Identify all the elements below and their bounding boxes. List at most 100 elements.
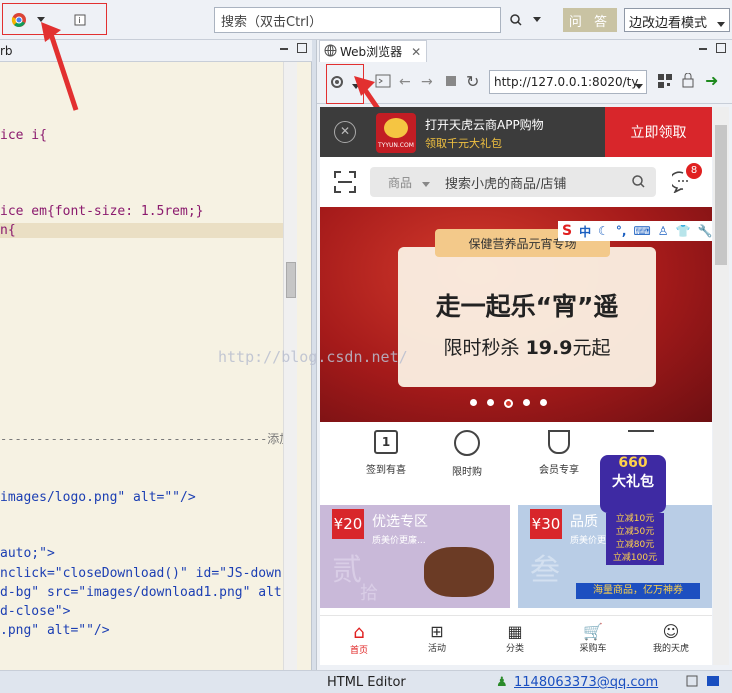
quick-link-flash-sale[interactable]: 限时购: [428, 430, 506, 478]
gift-popup[interactable]: 660 大礼包 立减10元 立减50元 立减80元 立减100元 海量商品，亿万…: [570, 455, 710, 605]
quick-link-checkin[interactable]: 1 签到有喜: [347, 430, 425, 476]
terminal-icon[interactable]: [375, 74, 391, 91]
url-input[interactable]: http://127.0.0.1:8020/ty: [489, 70, 647, 94]
chevron-down-icon[interactable]: [635, 79, 643, 93]
stop-icon[interactable]: [445, 75, 457, 90]
ask-button[interactable]: 问 答: [563, 8, 617, 32]
nav-label: 分类: [505, 644, 524, 654]
user-icon[interactable]: ♙: [658, 224, 669, 238]
close-icon[interactable]: ✕: [411, 45, 421, 59]
app-banner-title: 打开天虎云商APP购物: [425, 118, 544, 132]
refresh-icon[interactable]: ↻: [466, 72, 479, 91]
gift-top: 660: [618, 455, 648, 471]
search-bar: 商品 搜索小虎的商品/店铺 8: [320, 157, 712, 207]
search-category[interactable]: 商品: [388, 174, 412, 191]
go-arrow-icon[interactable]: ➜: [705, 71, 718, 90]
coupon-row: ¥20 优选专区 质美价更廉... 贰 拾 ¥30 品质 质美价更廉 叁 660…: [320, 455, 712, 610]
coupon-bg-char: 贰: [332, 553, 362, 588]
minimize-icon[interactable]: [697, 42, 709, 57]
gift-footer: 海量商品，亿万神券: [576, 583, 700, 599]
code-line: ice em{font-size: 1.5rem;}: [0, 204, 204, 219]
search-icon[interactable]: [632, 175, 645, 191]
minimize-icon[interactable]: [278, 42, 290, 57]
carousel-dot[interactable]: [540, 399, 547, 406]
coupon-price: ¥30: [530, 509, 562, 539]
promo-subline: 限时秒杀 19.9元起: [443, 337, 611, 359]
nav-category[interactable]: ▦ 分类: [476, 622, 554, 654]
promo-banner[interactable]: 保健营养品元宵专场 走一起乐“宵”遥 限时秒杀 19.9元起 S 中 ☾ °, …: [320, 207, 712, 422]
maximize-icon[interactable]: [296, 42, 308, 57]
scan-icon[interactable]: [334, 171, 356, 196]
carousel-dot[interactable]: [487, 399, 494, 406]
product-image: [424, 547, 494, 597]
editor-scrollbar[interactable]: [283, 62, 297, 670]
site-search-input[interactable]: 商品 搜索小虎的商品/店铺: [370, 167, 656, 197]
mode-select[interactable]: 边改边看模式: [624, 8, 730, 32]
window-icon[interactable]: [686, 675, 698, 691]
menu-icon: [628, 430, 654, 452]
carousel-dot[interactable]: [470, 399, 477, 406]
scrollbar-thumb[interactable]: [286, 262, 296, 298]
page-viewport[interactable]: ✕ TYYUN.COM 打开天虎云商APP购物 领取千元大礼包 立即领取 商品 …: [320, 107, 712, 665]
chevron-down-icon: [717, 17, 725, 32]
trophy-icon: [548, 430, 570, 454]
quick-link-label: 限时购: [452, 467, 482, 478]
ime-toolbar[interactable]: S 中 ☾ °, ⌨ ♙ 👕 🔧: [558, 221, 712, 241]
app-download-banner: ✕ TYYUN.COM 打开天虎云商APP购物 领取千元大礼包 立即领取: [320, 107, 712, 157]
coupon-price: ¥20: [332, 509, 364, 539]
keyboard-icon[interactable]: ⌨: [633, 224, 650, 238]
nav-label: 我的天虎: [652, 644, 689, 654]
get-coupon-button[interactable]: 立即领取: [605, 107, 712, 157]
nav-label: 活动: [427, 644, 446, 654]
coupon-subtitle: 质美价更廉...: [372, 536, 426, 546]
search-input[interactable]: 搜索（双击Ctrl）: [214, 7, 501, 33]
carousel-dots[interactable]: [470, 399, 547, 408]
maximize-icon[interactable]: [715, 42, 727, 57]
tiger-icon: [384, 118, 408, 138]
nav-cart[interactable]: 🛒 采购车: [554, 622, 632, 654]
user-icon: ☺: [662, 622, 680, 641]
promo-headline: 走一起乐“宵”遥: [435, 292, 619, 321]
app-banner-subtitle: 领取千元大礼包: [425, 137, 502, 150]
back-icon[interactable]: ←: [399, 74, 411, 90]
close-icon[interactable]: ✕: [334, 121, 356, 143]
gift-icon: ⊞: [430, 622, 444, 641]
bottom-nav: ⌂ 首页 ⊞ 活动 ▦ 分类 🛒 采购车 ☺ 我的天虎: [320, 615, 712, 665]
gift-lines: 立减10元 立减50元 立减80元 立减100元: [606, 513, 664, 565]
account-email-link[interactable]: 1148063373@qq.com: [514, 675, 658, 690]
ime-mode-label[interactable]: 中: [579, 223, 591, 240]
nav-activity[interactable]: ⊞ 活动: [398, 622, 476, 654]
code-line: d-bg" src="images/download1.png" alt: [0, 585, 282, 600]
gift-title: 大礼包: [612, 474, 654, 490]
carousel-dot-active[interactable]: [504, 399, 513, 408]
lock-icon[interactable]: [682, 72, 694, 91]
wrench-icon[interactable]: 🔧: [697, 224, 712, 238]
console-icon[interactable]: [706, 675, 720, 691]
forward-icon[interactable]: →: [421, 74, 433, 90]
code-line: .png" alt=""/>: [0, 623, 110, 638]
qr-code-icon[interactable]: [658, 74, 672, 91]
calendar-icon: 1: [374, 430, 398, 454]
editor-tab[interactable]: rb: [0, 44, 13, 58]
scrollbar-thumb[interactable]: [715, 125, 727, 265]
browser-scrollbar[interactable]: [713, 107, 729, 665]
moon-icon[interactable]: ☾: [598, 224, 609, 238]
punctuation-icon[interactable]: °,: [616, 224, 627, 238]
coupon-bg-char: 叁: [530, 553, 560, 588]
carousel-dot[interactable]: [523, 399, 530, 406]
chevron-down-icon[interactable]: [530, 9, 544, 31]
grid-icon: ▦: [507, 622, 523, 641]
search-placeholder: 搜索小虎的商品/店铺: [445, 177, 567, 192]
gift-badge: 660 大礼包: [600, 455, 666, 513]
skin-icon[interactable]: 👕: [676, 224, 691, 238]
sogou-logo-icon: S: [562, 223, 573, 239]
globe-icon: [324, 44, 337, 60]
search-icon[interactable]: [508, 9, 524, 31]
gift-line: 立减100元: [612, 553, 658, 563]
nav-home[interactable]: ⌂ 首页: [320, 622, 398, 656]
coupon-card[interactable]: ¥20 优选专区 质美价更廉... 贰 拾: [320, 505, 510, 608]
browser-nav-bar: ← → ↻ http://127.0.0.1:8020/ty ➜: [317, 62, 732, 104]
nav-profile[interactable]: ☺ 我的天虎: [632, 622, 710, 654]
browser-tab[interactable]: Web浏览器 ✕: [319, 40, 427, 62]
mode-label: 边改边看模式: [629, 16, 708, 31]
